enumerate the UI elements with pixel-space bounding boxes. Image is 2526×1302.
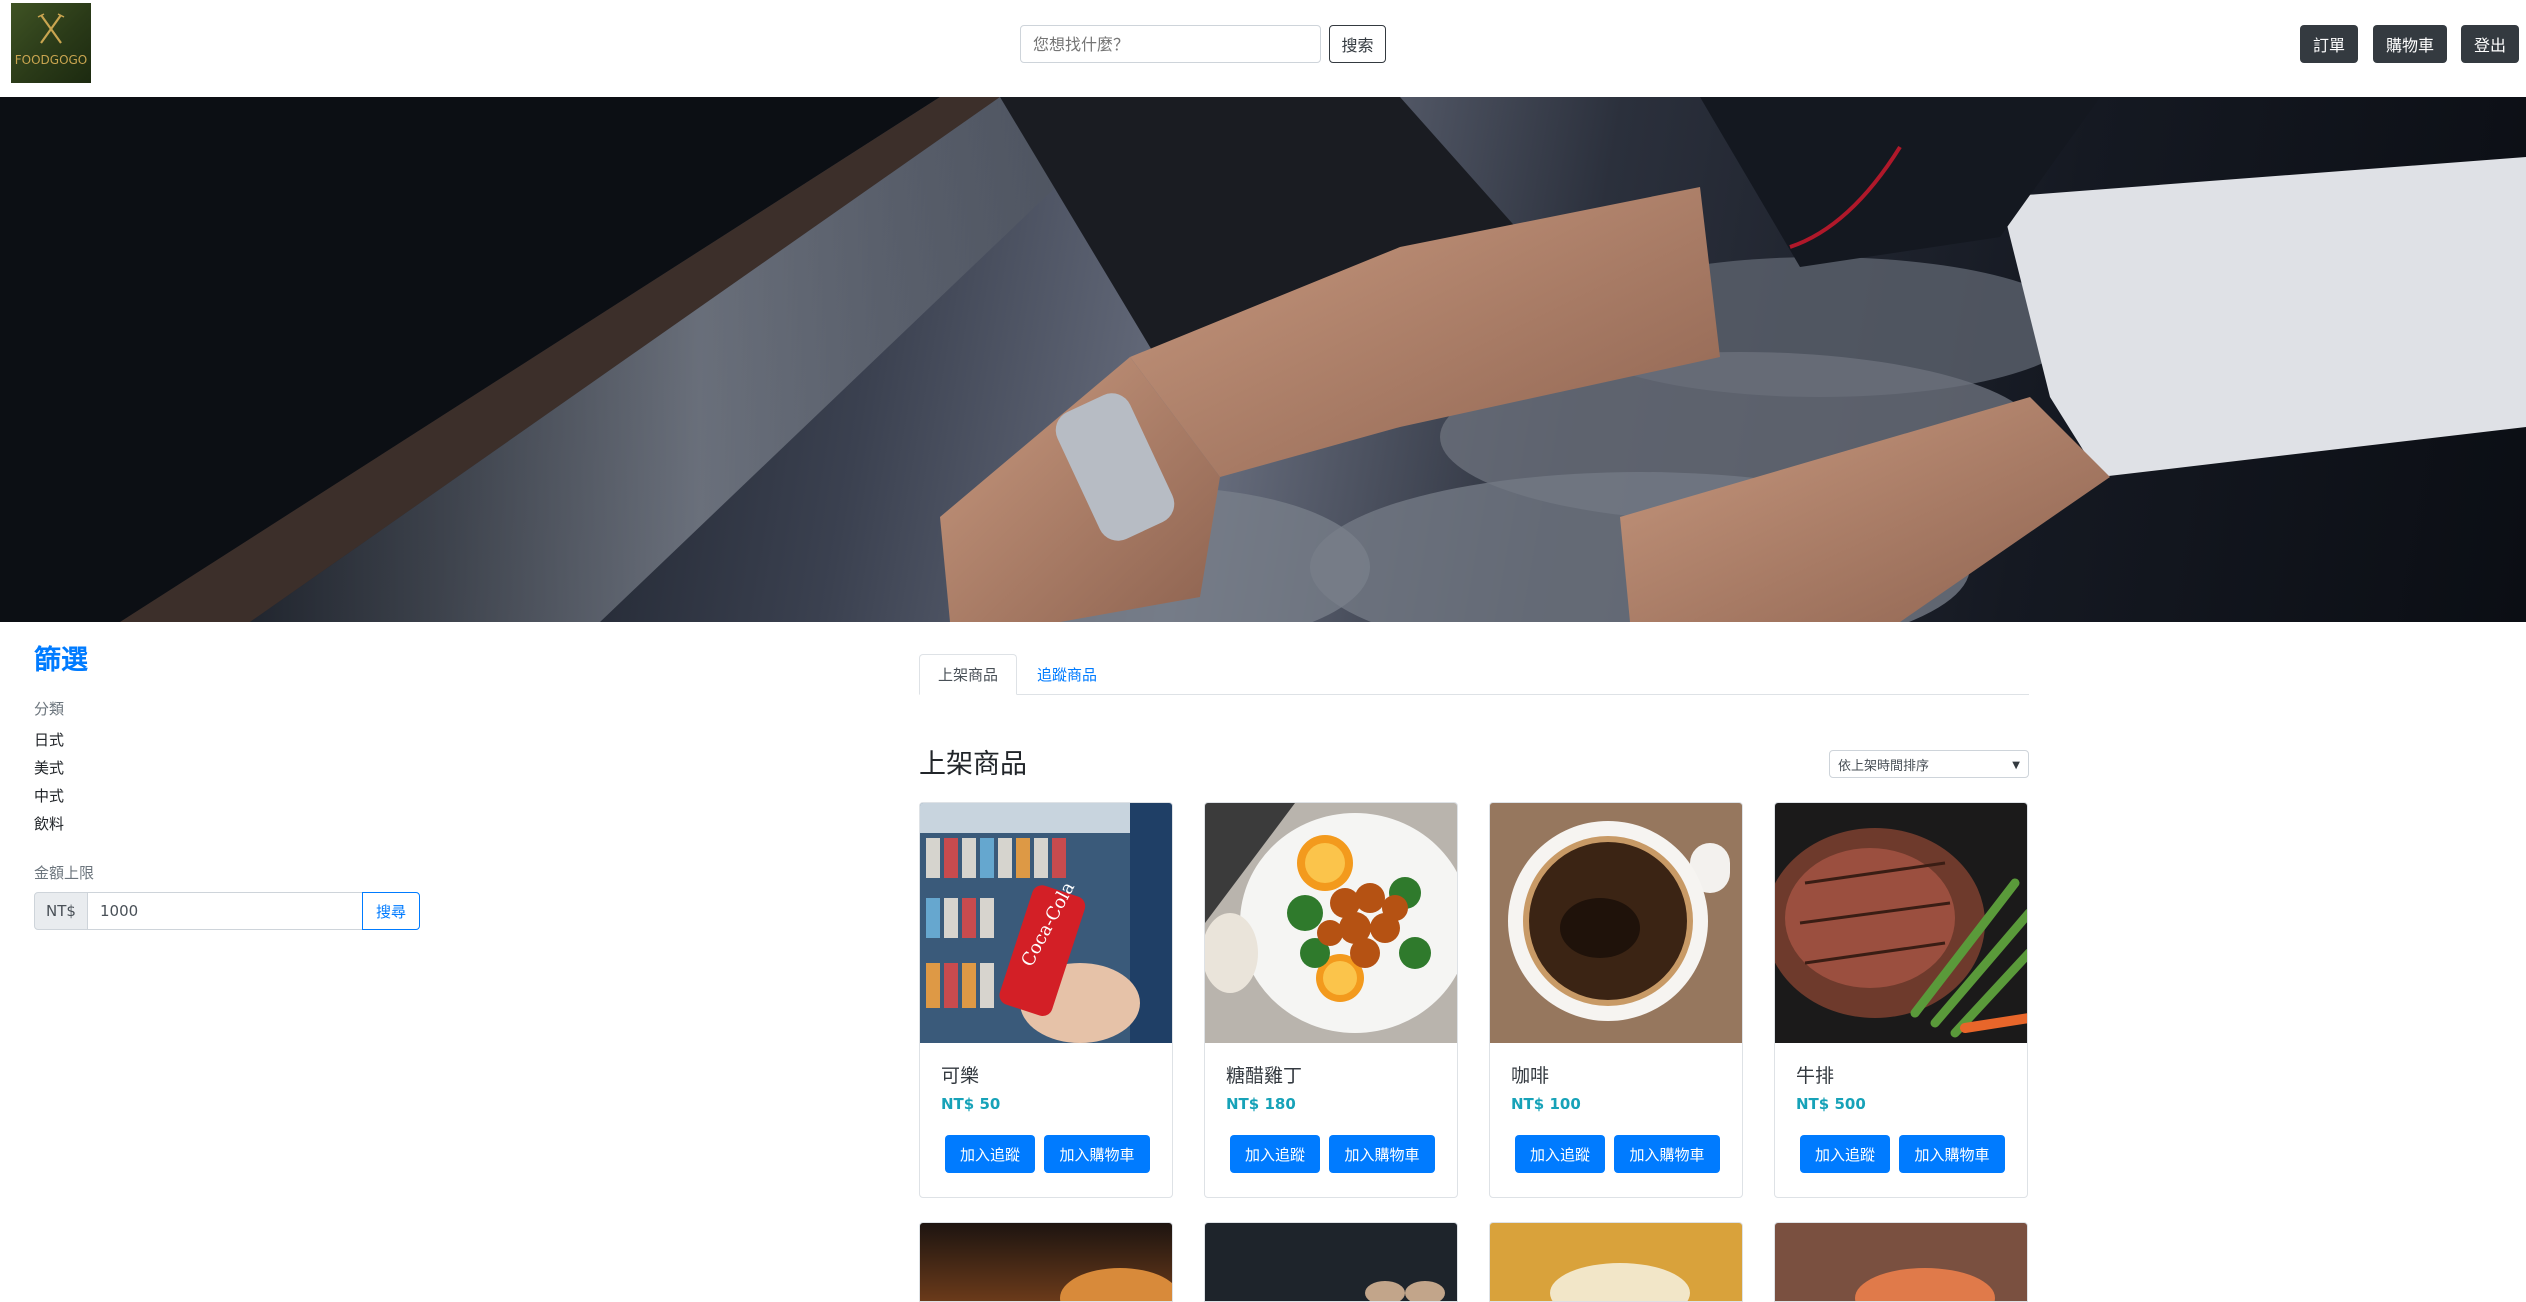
follow-button[interactable]: 加入追蹤 [1515,1135,1605,1173]
burger-image [1060,1268,1172,1301]
follow-button[interactable]: 加入追蹤 [945,1135,1035,1173]
product-card-partial [1774,1222,2028,1302]
add-to-cart-button[interactable]: 加入購物車 [1614,1135,1720,1173]
fried-food-image [1550,1263,1690,1301]
tab-listed-products[interactable]: 上架商品 [919,654,1018,695]
category-label: 分類 [34,700,65,718]
follow-button[interactable]: 加入追蹤 [1800,1135,1890,1173]
price-limit-label: 金額上限 [34,864,95,882]
product-price: NT$ 50 [941,1095,1001,1113]
product-price: NT$ 500 [1796,1095,1866,1113]
currency-prefix: NT$ [34,892,88,930]
product-card-partial [1204,1222,1458,1302]
cart-button[interactable]: 購物車 [2373,25,2447,63]
foodgogo-logo[interactable]: FOODGOGO [11,3,91,83]
chevron-down-icon: ▼ [2012,760,2020,771]
category-american[interactable]: 美式 [34,757,64,778]
sushi-image [1855,1268,1995,1301]
product-name: 糖醋雞丁 [1226,1065,1303,1087]
product-card: Coca-Cola 可樂 NT$ 50 加入追蹤 加入購物車 [919,802,1173,1198]
price-search-button[interactable]: 搜尋 [362,892,420,930]
steak-image [1775,803,2027,1043]
filter-title: 篩選 [34,645,88,676]
product-card-partial [919,1222,1173,1302]
add-to-cart-button[interactable]: 加入購物車 [1044,1135,1150,1173]
product-price: NT$ 180 [1226,1095,1296,1113]
product-name: 可樂 [941,1065,980,1087]
search-input[interactable] [1020,25,1321,63]
follow-button[interactable]: 加入追蹤 [1230,1135,1320,1173]
add-to-cart-button[interactable]: 加入購物車 [1329,1135,1435,1173]
logo-text: FOODGOGO [14,53,88,67]
product-card: 咖啡 NT$ 100 加入追蹤 加入購物車 [1489,802,1743,1198]
sweet-sour-chicken-image [1205,803,1457,1043]
sort-select[interactable]: 依上架時間排序 ▼ [1829,750,2029,778]
product-card: 糖醋雞丁 NT$ 180 加入追蹤 加入購物車 [1204,802,1458,1198]
category-chinese[interactable]: 中式 [34,785,64,806]
product-price: NT$ 100 [1511,1095,1581,1113]
top-navbar: FOODGOGO 搜索 訂單 購物車 登出 [0,0,2526,97]
product-name: 咖啡 [1511,1065,1550,1087]
tab-followed-products[interactable]: 追蹤商品 [1019,654,1115,695]
price-limit-group: NT$ 1000 搜尋 [34,892,420,930]
product-card: 牛排 NT$ 500 加入追蹤 加入購物車 [1774,802,2028,1198]
logout-button[interactable]: 登出 [2461,25,2519,63]
category-drinks[interactable]: 飲料 [34,813,64,834]
sort-selected-value: 依上架時間排序 [1838,758,1930,774]
orders-button[interactable]: 訂單 [2300,25,2358,63]
product-name: 牛排 [1796,1065,1835,1087]
cola-image: Coca-Cola [920,803,1172,1043]
section-title: 上架商品 [919,749,1027,780]
fork-knife-icon [37,13,65,44]
price-limit-input[interactable]: 1000 [87,892,397,930]
coffee-image [1490,803,1742,1043]
dish-image [1365,1281,1445,1301]
add-to-cart-button[interactable]: 加入購物車 [1899,1135,2005,1173]
category-japanese[interactable]: 日式 [34,729,64,750]
search-button[interactable]: 搜索 [1329,25,1386,63]
hero-banner-image [0,97,2526,622]
product-card-partial [1489,1222,1743,1302]
